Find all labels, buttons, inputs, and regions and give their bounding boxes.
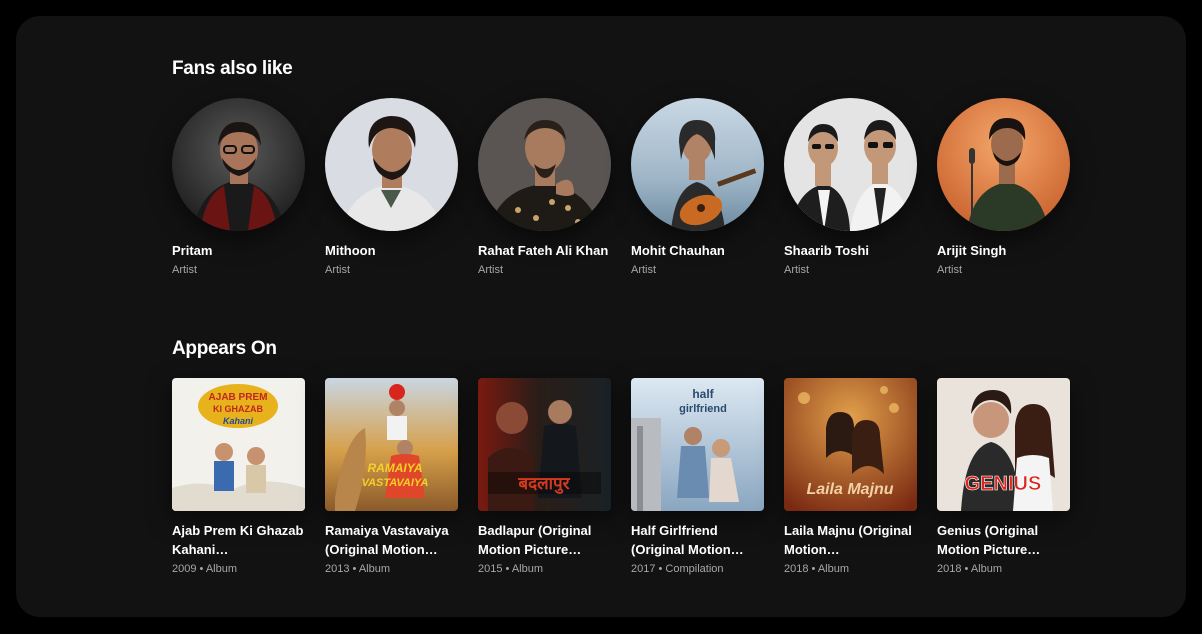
artist-name: Pritam — [172, 243, 213, 258]
appears-on-heading[interactable]: Appears On — [172, 338, 277, 360]
artist-type: Artist — [478, 264, 504, 276]
album-card[interactable]: AJAB PREM KI GHAZAB Kahani Ajab Prem Ki … — [172, 378, 305, 577]
album-cover: AJAB PREM KI GHAZAB Kahani — [172, 378, 305, 511]
artist-name: Shaarib Toshi — [784, 243, 869, 258]
artist-card[interactable]: Mohit Chauhan Artist — [631, 98, 764, 278]
album-row: AJAB PREM KI GHAZAB Kahani Ajab Prem Ki … — [172, 378, 1070, 577]
svg-text:VASTAVAIYA: VASTAVAIYA — [362, 477, 429, 489]
album-card[interactable]: RAMAIYA VASTAVAIYA Ramaiya Vastavaiya (O… — [325, 378, 458, 577]
artist-avatar — [325, 98, 458, 231]
album-cover: Laila Majnu — [784, 378, 917, 511]
svg-text:girlfriend: girlfriend — [679, 403, 727, 415]
album-cover-text: AJAB PREM — [209, 392, 268, 403]
album-cover-text: RAMAIYA — [367, 461, 422, 475]
album-title: Ramaiya Vastavaiya (Original Motion… — [325, 523, 449, 557]
album-meta: 2017 • Compilation — [631, 563, 724, 575]
artist-type: Artist — [631, 264, 657, 276]
artist-type: Artist — [172, 264, 198, 276]
svg-text:Kahani: Kahani — [223, 416, 254, 426]
artist-name: Arijit Singh — [937, 243, 1007, 258]
artist-card[interactable]: Pritam Artist — [172, 98, 305, 278]
svg-text:KI GHAZAB: KI GHAZAB — [213, 404, 263, 414]
album-cover: RAMAIYA VASTAVAIYA — [325, 378, 458, 511]
album-meta: 2015 • Album — [478, 563, 544, 575]
artist-name: Mithoon — [325, 243, 376, 258]
content-panel: Fans also like Pritam Artist Mithoon Art… — [16, 16, 1186, 617]
album-title: Half Girlfriend (Original Motion… — [631, 523, 744, 557]
artist-avatar — [937, 98, 1070, 231]
album-cover-text: Laila Majnu — [806, 481, 893, 498]
album-cover: GENIUS — [937, 378, 1070, 511]
album-meta: 2013 • Album — [325, 563, 391, 575]
album-cover-text: बदलापुर — [517, 474, 570, 494]
album-card[interactable]: Laila Majnu Laila Majnu (Original Motion… — [784, 378, 917, 577]
album-card[interactable]: बदलापुर Badlapur (Original Motion Pictur… — [478, 378, 611, 577]
artist-name: Rahat Fateh Ali Khan — [478, 243, 609, 258]
artist-type: Artist — [937, 264, 963, 276]
artist-avatar — [172, 98, 305, 231]
album-meta: 2009 • Album — [172, 563, 238, 575]
album-card[interactable]: half girlfriend Half Girlfriend (Origina… — [631, 378, 764, 577]
artist-card[interactable]: Mithoon Artist — [325, 98, 458, 278]
fans-also-like-heading[interactable]: Fans also like — [172, 58, 293, 80]
album-title: Badlapur (Original Motion Picture… — [478, 523, 592, 557]
album-cover: half girlfriend — [631, 378, 764, 511]
album-meta: 2018 • Album — [784, 563, 850, 575]
album-title: Genius (Original Motion Picture… — [937, 523, 1041, 557]
album-cover-text: GENIUS — [965, 473, 1042, 495]
artist-card[interactable]: Rahat Fateh Ali Khan Artist — [478, 98, 611, 278]
album-cover: बदलापुर — [478, 378, 611, 511]
artist-avatar — [478, 98, 611, 231]
album-cover-text: half — [692, 387, 714, 401]
artist-name: Mohit Chauhan — [631, 243, 725, 258]
artist-type: Artist — [784, 264, 810, 276]
artist-avatar — [631, 98, 764, 231]
artist-type: Artist — [325, 264, 351, 276]
artist-avatar — [784, 98, 917, 231]
album-title: Ajab Prem Ki Ghazab Kahani… — [172, 523, 304, 557]
album-title: Laila Majnu (Original Motion… — [784, 523, 912, 557]
album-card[interactable]: GENIUS Genius (Original Motion Picture… … — [937, 378, 1070, 577]
album-meta: 2018 • Album — [937, 563, 1003, 575]
artist-row: Pritam Artist Mithoon Artist Rahat Fateh… — [172, 98, 1070, 278]
artist-card[interactable]: Arijit Singh Artist — [937, 98, 1070, 278]
artist-card[interactable]: Shaarib Toshi Artist — [784, 98, 917, 278]
